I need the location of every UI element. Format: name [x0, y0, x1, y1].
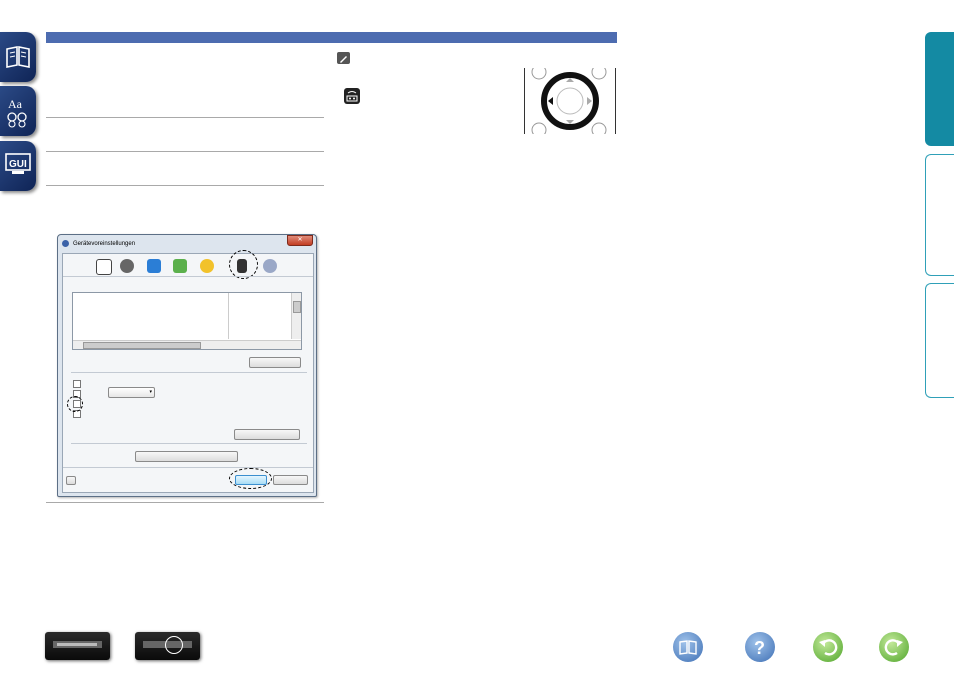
- svg-text:Aa: Aa: [8, 97, 23, 111]
- device-preferences-window: Gerätevoreinstellungen ✕ ▾: [57, 234, 317, 497]
- window-title: Gerätevoreinstellungen: [73, 241, 136, 247]
- highlight-circle: [229, 250, 258, 279]
- gui-icon: GUI: [5, 153, 31, 174]
- play-icon[interactable]: [120, 259, 134, 273]
- svg-text:GUI: GUI: [9, 159, 27, 170]
- help-button[interactable]: [66, 476, 76, 485]
- sync-settings-button[interactable]: [135, 451, 238, 462]
- separator: [46, 502, 324, 503]
- book-icon: [6, 46, 30, 68]
- quality-dropdown[interactable]: ▾: [108, 387, 155, 398]
- separator: [46, 151, 324, 152]
- glossary-tab[interactable]: Aa: [0, 86, 36, 136]
- section-header-bar: [46, 32, 617, 43]
- forward-icon[interactable]: [879, 632, 909, 662]
- settings-icon[interactable]: [263, 259, 277, 273]
- pencil-icon: [337, 52, 350, 64]
- close-icon: ✕: [297, 237, 303, 243]
- toolbar-divider: [63, 276, 313, 277]
- remote-control-icon: [344, 88, 360, 104]
- device-list[interactable]: [72, 292, 302, 350]
- app-icon: [62, 240, 69, 247]
- glossary-icon: Aa: [7, 97, 27, 128]
- display-button[interactable]: [135, 632, 200, 660]
- horizontal-scrollbar[interactable]: [73, 340, 301, 349]
- separator: [46, 117, 324, 118]
- vertical-scrollbar[interactable]: [291, 293, 301, 339]
- window-content: ▾: [62, 250, 314, 493]
- chevron-down-icon: ▾: [149, 389, 152, 395]
- checkbox-1[interactable]: [73, 380, 81, 388]
- side-tab-2[interactable]: [925, 154, 954, 276]
- device-icon[interactable]: [96, 259, 112, 275]
- back-icon[interactable]: [813, 632, 843, 662]
- front-panel-button[interactable]: [45, 632, 110, 660]
- sync-icon[interactable]: [173, 259, 187, 273]
- remote-cursor-illustration: [524, 68, 616, 134]
- side-tab-1[interactable]: [925, 32, 954, 146]
- gui-tab[interactable]: GUI: [0, 141, 36, 191]
- cancel-button[interactable]: [273, 475, 308, 485]
- copy-icon[interactable]: [147, 259, 161, 273]
- advanced-button[interactable]: [234, 429, 300, 440]
- checkbox-highlight: [67, 396, 83, 412]
- transfer-icon[interactable]: [200, 259, 214, 273]
- close-button[interactable]: ✕: [287, 235, 313, 246]
- svg-text:?: ?: [754, 638, 765, 658]
- separator: [46, 185, 324, 186]
- book-tab[interactable]: [0, 32, 36, 82]
- ok-highlight: [229, 468, 272, 489]
- manual-icon[interactable]: [673, 632, 703, 662]
- side-tab-3[interactable]: [925, 283, 954, 398]
- properties-button[interactable]: [249, 357, 301, 368]
- help-icon[interactable]: ?: [745, 632, 775, 662]
